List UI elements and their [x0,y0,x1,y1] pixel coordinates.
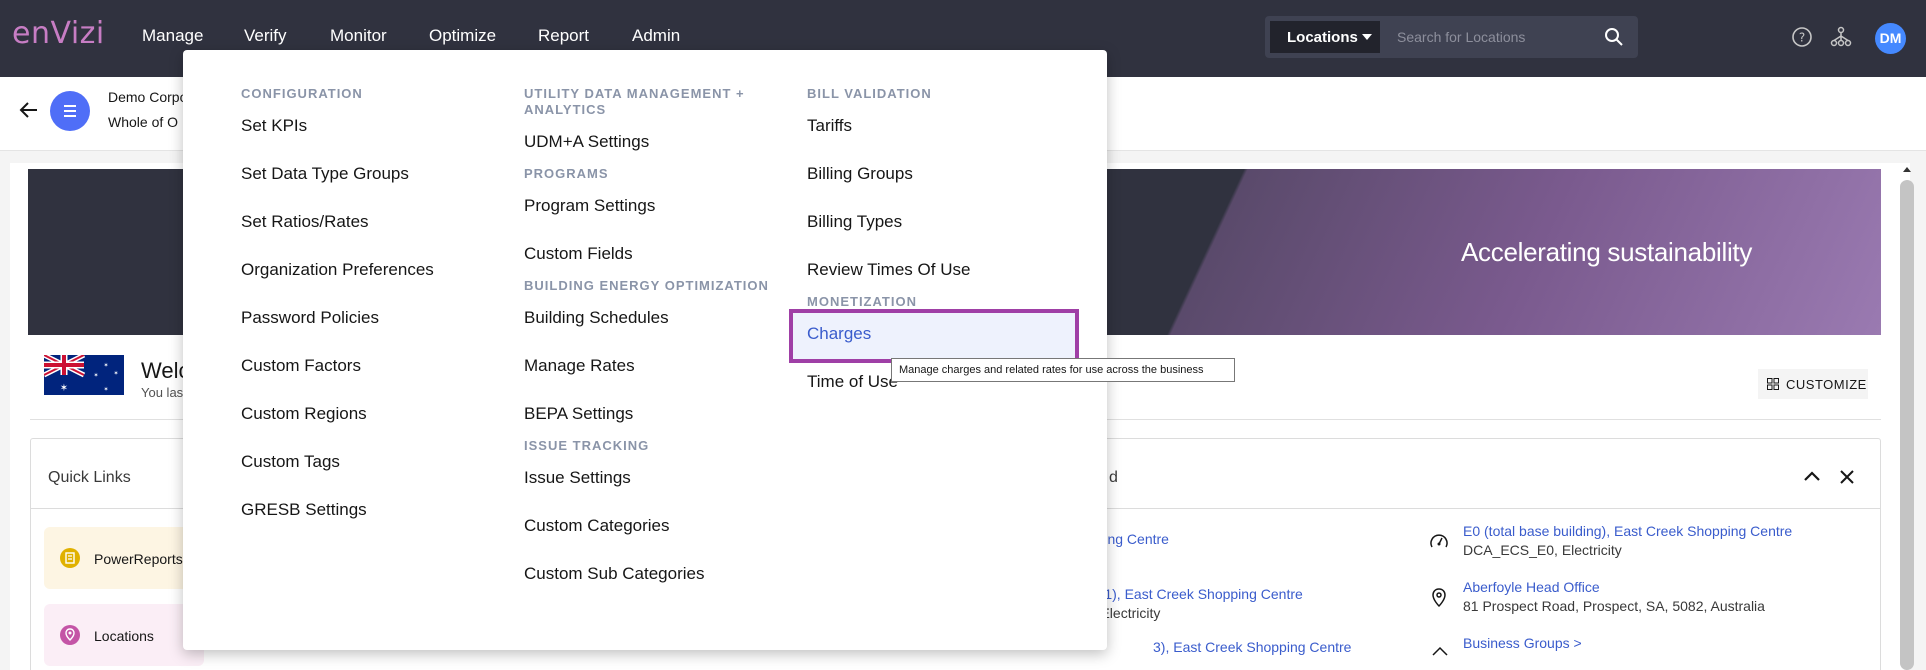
menu-item-set-data-type-groups[interactable]: Set Data Type Groups [241,164,409,184]
customize-button[interactable]: CUSTOMIZE [1758,369,1868,399]
recent-item-link[interactable]: Business Groups > [1463,635,1582,651]
menu-item-custom-factors[interactable]: Custom Factors [241,356,361,376]
menu-item-set-kpis[interactable]: Set KPIs [241,116,307,136]
charges-tooltip: Manage charges and related rates for use… [891,358,1235,382]
menu-item-password-policies[interactable]: Password Policies [241,308,379,328]
menu-item-udma-settings[interactable]: UDM+A Settings [524,132,649,152]
customize-label: CUSTOMIZE [1786,377,1867,392]
menu-item-custom-categories[interactable]: Custom Categories [524,516,670,536]
recent-item[interactable]: E0 (total base building), East Creek Sho… [1463,523,1792,558]
menu-item-custom-regions[interactable]: Custom Regions [241,404,367,424]
menu-item-set-ratios-rates[interactable]: Set Ratios/Rates [241,212,369,232]
section-udm-analytics: UTILITY DATA MANAGEMENT + ANALYTICS [524,86,745,117]
manage-mega-menu: CONFIGURATION Set KPIs Set Data Type Gro… [183,50,1235,650]
envizi-logo[interactable]: enVizi [12,16,105,51]
recent-item-detail: 81 Prospect Road, Prospect, SA, 5082, Au… [1463,598,1765,614]
menu-item-tariffs[interactable]: Tariffs [807,116,852,136]
grid-icon [1767,378,1779,390]
context-organization[interactable]: Demo Corpo [108,89,187,105]
search-input[interactable]: Search for Locations [1397,29,1525,45]
scroll-up-arrow-icon[interactable] [1903,167,1911,172]
menu-item-manage-rates[interactable]: Manage Rates [524,356,635,376]
svg-text:✶: ✶ [60,383,68,394]
recent-item-detail: DCA_ECS_E0, Electricity [1463,542,1622,558]
recent-item-link[interactable]: om 1), East Creek Shopping Centre [1081,586,1303,602]
recent-item[interactable]: Business Groups > [1463,635,1582,651]
hamburger-icon [64,105,76,117]
menu-item-time-of-use[interactable]: Time of Use [807,372,898,392]
nav-manage[interactable]: Manage [142,26,203,46]
recent-item-detail: .2, Electricity [1081,605,1161,621]
nav-verify[interactable]: Verify [244,26,287,46]
australia-flag-icon: ✶ ✶ ✶ ✶ ✶ [44,355,124,395]
recent-item-link[interactable]: E0 (total base building), East Creek Sho… [1463,523,1792,539]
nav-admin[interactable]: Admin [632,26,680,46]
recent-item-link[interactable]: 3), East Creek Shopping Centre [1153,639,1351,655]
section-issue-tracking: ISSUE TRACKING [524,438,650,453]
quick-links-title: Quick Links [48,469,131,486]
menu-item-billing-types[interactable]: Billing Types [807,212,902,232]
org-hierarchy-icon[interactable] [1830,26,1852,48]
location-pin-icon [1432,588,1446,608]
context-menu-button[interactable] [50,91,90,131]
menu-item-custom-tags[interactable]: Custom Tags [241,452,340,472]
menu-item-custom-sub-categories[interactable]: Custom Sub Categories [524,564,704,584]
recent-item[interactable]: om 1), East Creek Shopping Centre .2, El… [1081,586,1303,621]
nav-report[interactable]: Report [538,26,589,46]
section-building-energy-optimization: BUILDING ENERGY OPTIMIZATION [524,278,769,293]
section-bill-validation: BILL VALIDATION [807,86,932,101]
scrollbar-thumb[interactable] [1900,180,1914,670]
context-location[interactable]: Whole of O [108,114,178,130]
menu-item-review-times-of-use[interactable]: Review Times Of Use [807,260,970,280]
banner-tagline: Accelerating sustainability [1461,237,1753,267]
business-group-icon [1432,646,1448,656]
chevron-up-icon[interactable] [1803,469,1821,483]
quick-link-label: Locations [94,628,154,644]
nav-optimize[interactable]: Optimize [429,26,496,46]
back-arrow-icon[interactable] [18,99,40,121]
menu-item-gresb-settings[interactable]: GRESB Settings [241,500,367,520]
menu-item-program-settings[interactable]: Program Settings [524,196,655,216]
search-icon[interactable] [1604,27,1624,47]
quick-link-powerreports[interactable]: PowerReports [44,527,204,589]
user-avatar[interactable]: DM [1875,23,1906,54]
menu-item-custom-fields[interactable]: Custom Fields [524,244,633,264]
quick-link-locations[interactable]: Locations [44,604,204,666]
svg-text:✶: ✶ [93,372,98,379]
search-bar: Locations Search for Locations [1265,16,1638,58]
svg-text:✶: ✶ [103,362,108,369]
search-scope-select[interactable]: Locations [1270,21,1380,53]
close-icon[interactable] [1839,469,1855,485]
meter-gauge-icon [1430,534,1448,548]
menu-item-building-schedules[interactable]: Building Schedules [524,308,669,328]
recent-item-link[interactable]: Aberfoyle Head Office [1463,579,1765,595]
location-pin-icon [60,625,80,645]
nav-monitor[interactable]: Monitor [330,26,387,46]
menu-item-issue-settings[interactable]: Issue Settings [524,468,631,488]
search-scope-label: Locations [1287,29,1358,46]
svg-text:?: ? [1799,31,1805,45]
caret-down-icon [1362,34,1372,40]
quick-link-label: PowerReports [94,551,183,567]
recent-item[interactable]: 3), East Creek Shopping Centre [1153,639,1351,655]
report-icon [60,548,80,568]
help-icon[interactable]: ? [1791,26,1813,48]
recently-viewed-title: d [1109,469,1118,486]
last-login-text: You las [141,385,184,400]
recent-item[interactable]: Aberfoyle Head Office 81 Prospect Road, … [1463,579,1765,614]
menu-item-organization-preferences[interactable]: Organization Preferences [241,260,434,280]
menu-item-billing-groups[interactable]: Billing Groups [807,164,913,184]
menu-item-bepa-settings[interactable]: BEPA Settings [524,404,633,424]
section-monetization: MONETIZATION [807,294,917,309]
svg-text:✶: ✶ [113,370,118,377]
section-programs: PROGRAMS [524,166,609,181]
svg-text:✶: ✶ [103,386,108,393]
menu-item-charges[interactable]: Charges [807,324,871,344]
section-configuration: CONFIGURATION [241,86,363,101]
